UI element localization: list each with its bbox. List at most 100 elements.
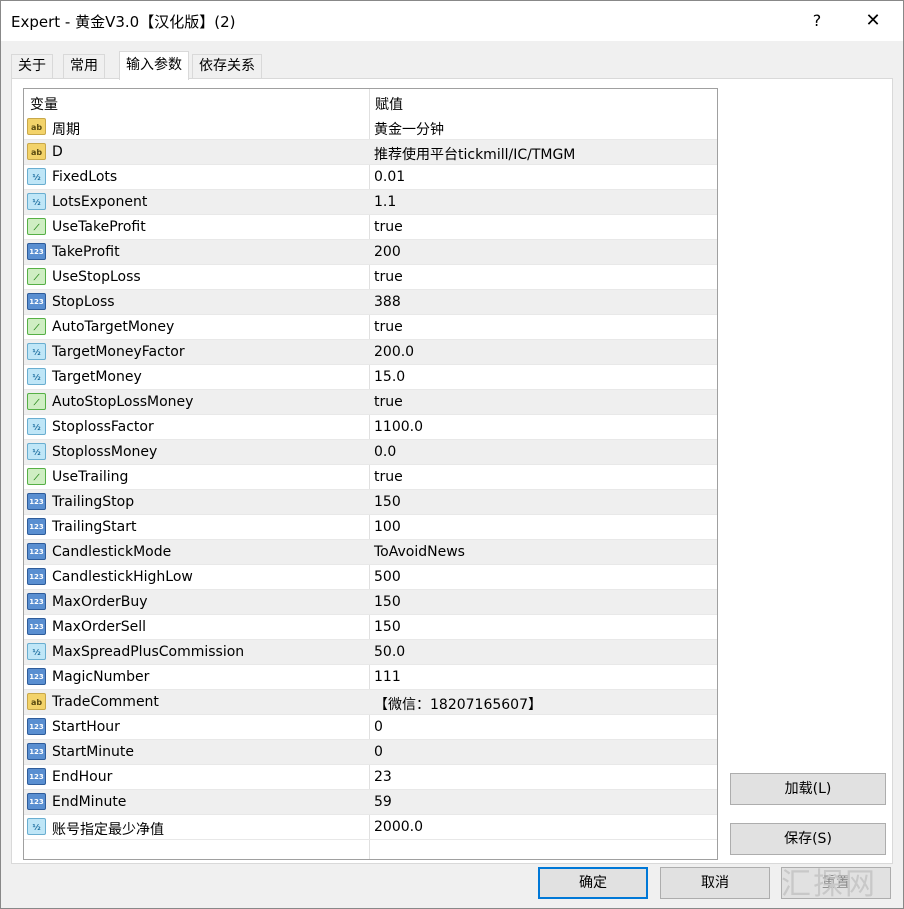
parameter-value[interactable]: true	[374, 394, 403, 410]
column-header-value[interactable]: 赋值	[375, 94, 403, 114]
parameter-rows: ab 周期 黄金一分钟 ab D 推荐使用平台tickmill/IC/TMGM ½ Fixed…	[24, 115, 717, 840]
cancel-button[interactable]: 取消	[660, 867, 770, 899]
string-type-icon: ab	[27, 118, 46, 135]
ok-button[interactable]: 确定	[538, 867, 648, 899]
parameter-value[interactable]: true	[374, 219, 403, 235]
parameter-name: TargetMoneyFactor	[52, 344, 185, 360]
double-type-icon: ½	[27, 443, 46, 460]
bool-type-icon: ⟋	[27, 268, 46, 285]
parameter-value[interactable]: 200.0	[374, 344, 414, 360]
tab-about[interactable]: 关于	[11, 54, 53, 79]
parameter-row[interactable]: 123 TakeProfit 200	[24, 240, 717, 265]
parameter-value[interactable]: 0.0	[374, 444, 396, 460]
parameter-value[interactable]: 59	[374, 794, 392, 810]
parameter-row[interactable]: 123 StopLoss 388	[24, 290, 717, 315]
save-button[interactable]: 保存(S)	[730, 823, 886, 855]
parameter-row[interactable]: 123 TrailingStart 100	[24, 515, 717, 540]
parameter-value[interactable]: 111	[374, 669, 401, 685]
parameter-row[interactable]: ½ StoplossFactor 1100.0	[24, 415, 717, 440]
parameter-name: UseStopLoss	[52, 269, 141, 285]
parameter-row[interactable]: ½ FixedLots 0.01	[24, 165, 717, 190]
integer-type-icon: 123	[27, 593, 46, 610]
parameter-value[interactable]: 2000.0	[374, 819, 423, 835]
parameter-value[interactable]: 0	[374, 744, 383, 760]
parameter-row[interactable]: ⟋ UseTrailing true	[24, 465, 717, 490]
tab-inputs[interactable]: 输入参数	[119, 51, 189, 80]
parameter-name: MaxOrderBuy	[52, 594, 148, 610]
parameter-value[interactable]: 200	[374, 244, 401, 260]
parameter-row[interactable]: ½ TargetMoneyFactor 200.0	[24, 340, 717, 365]
load-button[interactable]: 加载(L)	[730, 773, 886, 805]
parameter-row[interactable]: 123 CandlestickHighLow 500	[24, 565, 717, 590]
parameter-row[interactable]: ⟋ UseTakeProfit true	[24, 215, 717, 240]
parameter-name: LotsExponent	[52, 194, 148, 210]
tab-common[interactable]: 常用	[63, 54, 105, 79]
bool-type-icon: ⟋	[27, 318, 46, 335]
column-header-variable[interactable]: 变量	[30, 94, 58, 114]
double-type-icon: ½	[27, 343, 46, 360]
parameter-value[interactable]: 388	[374, 294, 401, 310]
tab-dependencies[interactable]: 依存关系	[192, 54, 262, 79]
parameter-name: D	[52, 144, 63, 160]
parameter-row[interactable]: 123 TrailingStop 150	[24, 490, 717, 515]
parameter-value[interactable]: ToAvoidNews	[374, 544, 465, 560]
parameter-name: CandlestickMode	[52, 544, 172, 560]
parameter-row[interactable]: ab TradeComment 【微信：18207165607】	[24, 690, 717, 715]
string-type-icon: ab	[27, 143, 46, 160]
parameter-row[interactable]: 123 StartMinute 0	[24, 740, 717, 765]
parameter-row[interactable]: 123 MaxOrderSell 150	[24, 615, 717, 640]
parameter-row[interactable]: ab D 推荐使用平台tickmill/IC/TMGM	[24, 140, 717, 165]
parameter-row[interactable]: 123 MaxOrderBuy 150	[24, 590, 717, 615]
parameter-name: TrailingStart	[52, 519, 137, 535]
parameter-value[interactable]: 23	[374, 769, 392, 785]
parameter-value[interactable]: 0	[374, 719, 383, 735]
bool-type-icon: ⟋	[27, 468, 46, 485]
close-button[interactable]: ✕	[859, 7, 887, 35]
parameter-row[interactable]: ab 周期 黄金一分钟	[24, 115, 717, 140]
parameter-value[interactable]: 150	[374, 494, 401, 510]
help-button[interactable]: ?	[807, 9, 827, 33]
parameter-row[interactable]: ½ LotsExponent 1.1	[24, 190, 717, 215]
parameter-row[interactable]: 123 CandlestickMode ToAvoidNews	[24, 540, 717, 565]
parameter-value[interactable]: 1.1	[374, 194, 396, 210]
parameter-row[interactable]: 123 MagicNumber 111	[24, 665, 717, 690]
integer-type-icon: 123	[27, 718, 46, 735]
parameter-row[interactable]: ½ 账号指定最少净值 2000.0	[24, 815, 717, 840]
parameter-value[interactable]: 0.01	[374, 169, 405, 185]
parameter-name: StartMinute	[52, 744, 135, 760]
parameter-row[interactable]: ½ TargetMoney 15.0	[24, 365, 717, 390]
parameter-value[interactable]: true	[374, 319, 403, 335]
parameter-value[interactable]: 推荐使用平台tickmill/IC/TMGM	[374, 144, 575, 164]
parameter-row[interactable]: ⟋ UseStopLoss true	[24, 265, 717, 290]
double-type-icon: ½	[27, 193, 46, 210]
parameter-value[interactable]: 100	[374, 519, 401, 535]
parameter-row[interactable]: 123 StartHour 0	[24, 715, 717, 740]
parameter-value[interactable]: true	[374, 269, 403, 285]
integer-type-icon: 123	[27, 493, 46, 510]
parameter-value[interactable]: 50.0	[374, 644, 405, 660]
parameter-name: EndHour	[52, 769, 113, 785]
parameter-row[interactable]: 123 EndHour 23	[24, 765, 717, 790]
parameter-row[interactable]: ⟋ AutoStopLossMoney true	[24, 390, 717, 415]
parameter-value[interactable]: 1100.0	[374, 419, 423, 435]
parameter-name: UseTrailing	[52, 469, 129, 485]
double-type-icon: ½	[27, 168, 46, 185]
parameter-row[interactable]: ⟋ AutoTargetMoney true	[24, 315, 717, 340]
parameter-row[interactable]: ½ MaxSpreadPlusCommission 50.0	[24, 640, 717, 665]
parameter-name: 周期	[52, 122, 80, 138]
parameter-value[interactable]: 黄金一分钟	[374, 119, 444, 139]
parameter-row[interactable]: 123 EndMinute 59	[24, 790, 717, 815]
parameter-name: UseTakeProfit	[52, 219, 146, 235]
parameter-value[interactable]: 15.0	[374, 369, 405, 385]
parameter-name: EndMinute	[52, 794, 127, 810]
double-type-icon: ½	[27, 818, 46, 835]
parameter-value[interactable]: 150	[374, 594, 401, 610]
string-type-icon: ab	[27, 693, 46, 710]
parameter-value[interactable]: true	[374, 469, 403, 485]
integer-type-icon: 123	[27, 793, 46, 810]
parameter-value[interactable]: 【微信：18207165607】	[374, 694, 542, 714]
parameter-value[interactable]: 500	[374, 569, 401, 585]
parameter-name: StoplossFactor	[52, 419, 154, 435]
parameter-row[interactable]: ½ StoplossMoney 0.0	[24, 440, 717, 465]
parameter-value[interactable]: 150	[374, 619, 401, 635]
